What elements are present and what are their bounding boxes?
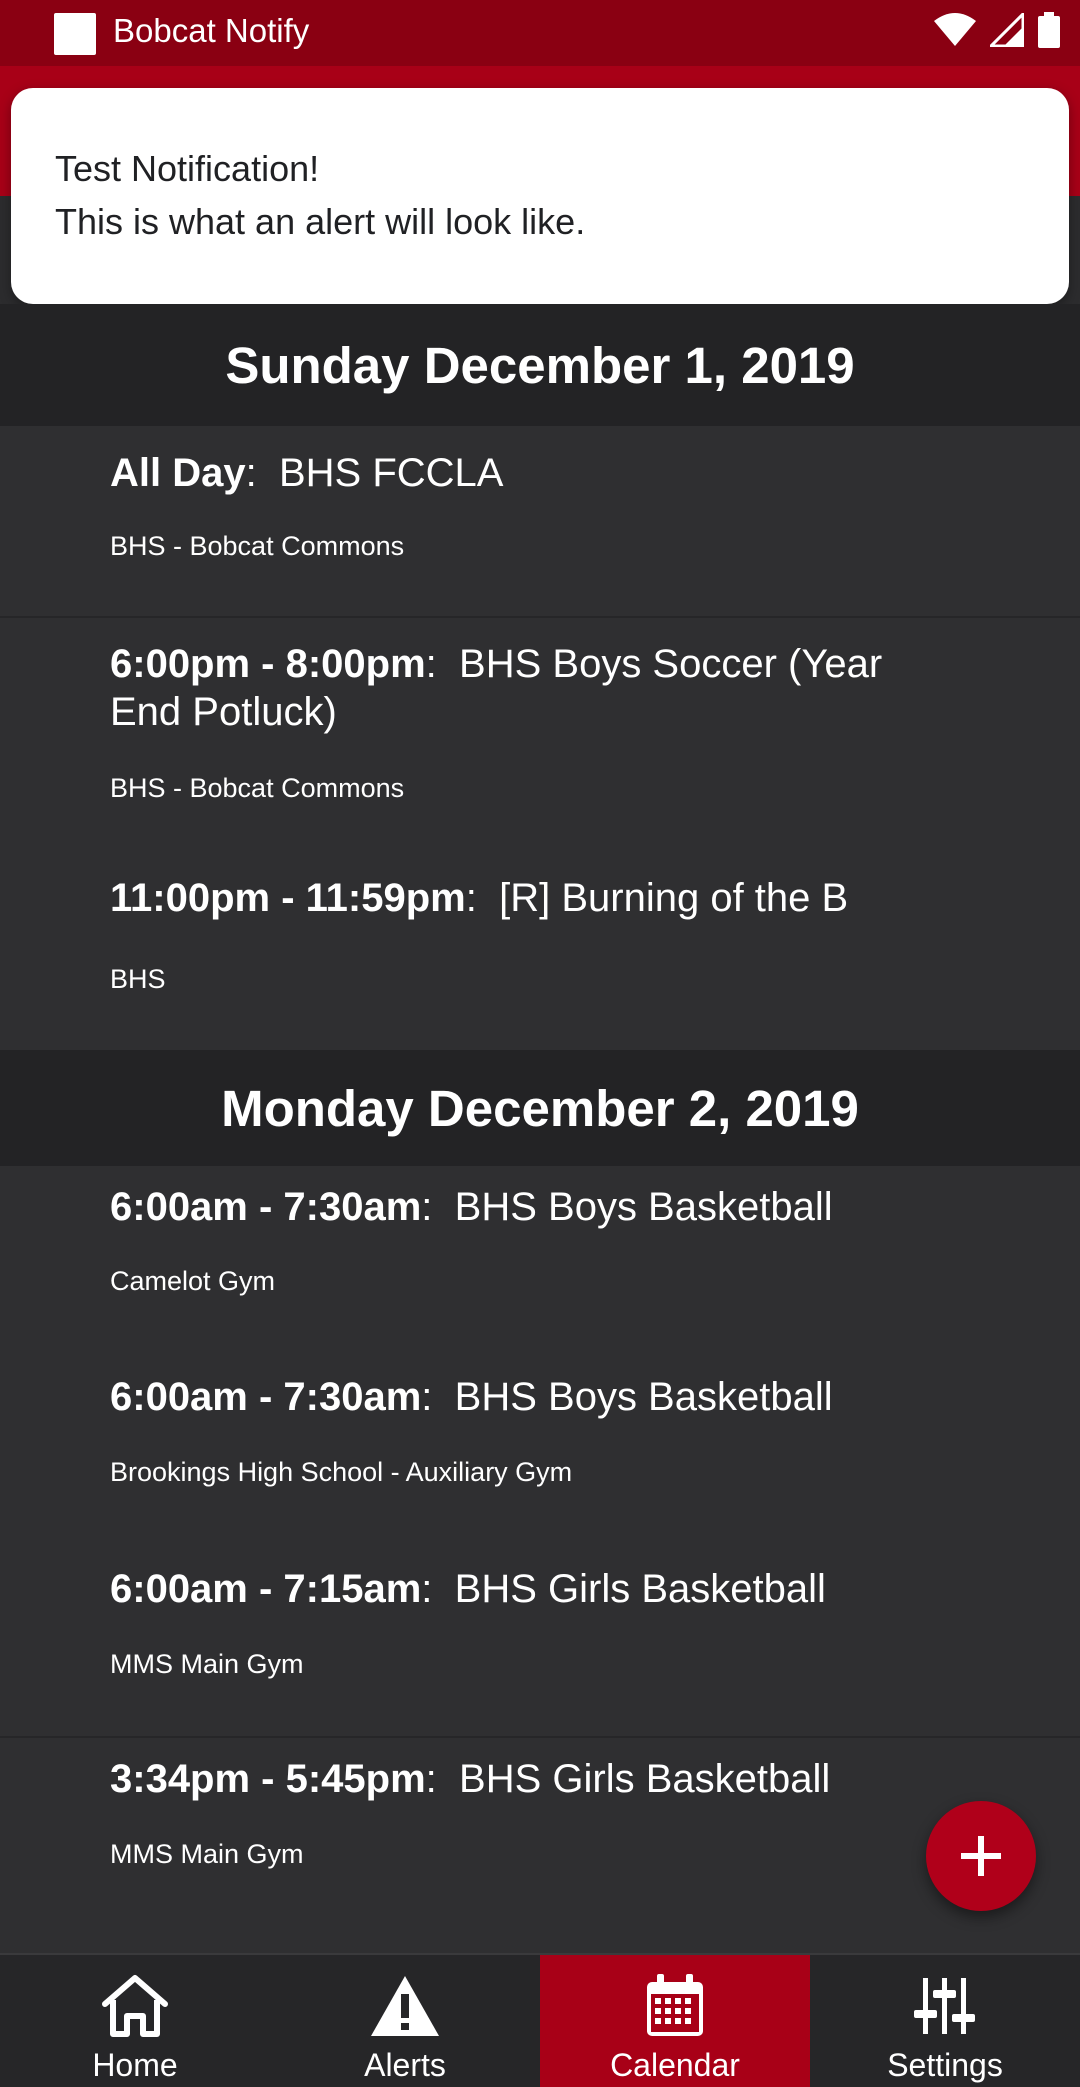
event-location: MMS Main Gym [110, 1649, 304, 1679]
event-time: 6:00pm - 8:00pm [110, 642, 426, 686]
event-item[interactable]: 6:00am - 7:30am: BHS Boys Basketball Bro… [0, 1356, 1080, 1548]
day-header: Monday December 2, 2019 [0, 1050, 1080, 1166]
nav-alerts[interactable]: Alerts [270, 1955, 540, 2087]
event-heading: 11:00pm - 11:59pm: [R] Burning of the B [110, 874, 940, 922]
event-title: BHS Girls Basketball [454, 1567, 826, 1611]
event-separator: : [421, 1567, 433, 1611]
home-icon [99, 1971, 171, 2041]
sliders-icon [912, 1971, 978, 2041]
event-location: Camelot Gym [110, 1266, 276, 1296]
notification-title: Test Notification! [55, 148, 320, 189]
battery-icon [1038, 12, 1060, 48]
nav-settings-label: Settings [887, 2047, 1003, 2083]
status-icons [934, 12, 1060, 48]
event-separator: : [245, 451, 257, 495]
status-bar: Bobcat Notify [0, 0, 1080, 66]
cellular-signal-icon [990, 13, 1024, 47]
event-item[interactable]: 6:00am - 7:30am: BHS Boys Basketball Cam… [0, 1166, 1080, 1356]
nav-home-label: Home [92, 2047, 178, 2083]
event-separator: : [465, 876, 477, 920]
event-title: BHS Boys Basketball [454, 1375, 833, 1419]
event-title: [R] Burning of the B [499, 876, 849, 920]
alert-triangle-icon [369, 1971, 441, 2041]
nav-home[interactable]: Home [0, 1955, 270, 2087]
event-item[interactable]: 11:00pm - 11:59pm: [R] Burning of the B … [0, 808, 1080, 1050]
event-separator: : [425, 642, 437, 686]
plus-icon [961, 1836, 1001, 1876]
app-notification-icon [54, 13, 96, 55]
day-header: Sunday December 1, 2019 [0, 304, 1080, 426]
event-time: 11:00pm - 11:59pm [110, 876, 466, 920]
wifi-icon [934, 13, 976, 46]
event-title: BHS Girls Basketball [459, 1757, 831, 1801]
calendar-icon [645, 1971, 705, 2041]
event-heading: 6:00pm - 8:00pm: BHS Boys Soccer (Year E… [110, 640, 940, 736]
event-location: BHS [110, 964, 166, 994]
event-item[interactable]: 3:34pm - 5:45pm: BHS Girls Basketball MM… [0, 1736, 1080, 1953]
event-item[interactable]: 6:00am - 7:15am: BHS Girls Basketball MM… [0, 1548, 1080, 1740]
status-bar-app-name: Bobcat Notify [113, 12, 310, 49]
event-heading: 6:00am - 7:30am: BHS Boys Basketball [110, 1373, 940, 1421]
event-location: BHS - Bobcat Commons [110, 531, 405, 561]
event-location: Brookings High School - Auxiliary Gym [110, 1457, 573, 1487]
nav-alerts-label: Alerts [364, 2047, 446, 2083]
event-item[interactable]: 6:00pm - 8:00pm: BHS Boys Soccer (Year E… [0, 616, 1080, 808]
event-item[interactable]: All Day: BHS FCCLA BHS - Bobcat Commons [0, 426, 1080, 616]
nav-calendar-label: Calendar [610, 2047, 740, 2083]
event-time: All Day [110, 451, 246, 495]
add-event-button[interactable] [926, 1801, 1036, 1911]
nav-calendar[interactable]: Calendar [540, 1955, 810, 2087]
event-location: MMS Main Gym [110, 1839, 304, 1869]
event-title: BHS Boys Basketball [454, 1185, 833, 1229]
event-time: 6:00am - 7:30am [110, 1185, 422, 1229]
notification-body: This is what an alert will look like. [55, 201, 586, 242]
event-heading: 6:00am - 7:30am: BHS Boys Basketball [110, 1183, 940, 1231]
event-location: BHS - Bobcat Commons [110, 773, 405, 803]
calendar-list[interactable]: Sunday December 1, 2019 All Day: BHS FCC… [0, 304, 1080, 1953]
event-time: 6:00am - 7:15am [110, 1567, 422, 1611]
event-title: BHS FCCLA [278, 451, 504, 495]
event-time: 3:34pm - 5:45pm [110, 1757, 426, 1801]
event-time: 6:00am - 7:30am [110, 1375, 422, 1419]
nav-settings[interactable]: Settings [810, 1955, 1080, 2087]
event-separator: : [425, 1757, 437, 1801]
event-separator: : [421, 1185, 433, 1229]
event-heading: 3:34pm - 5:45pm: BHS Girls Basketball [110, 1755, 940, 1803]
event-heading: All Day: BHS FCCLA [110, 449, 940, 497]
event-separator: : [421, 1375, 433, 1419]
notification-card[interactable]: Test Notification! This is what an alert… [11, 88, 1069, 304]
event-heading: 6:00am - 7:15am: BHS Girls Basketball [110, 1565, 940, 1613]
bottom-navigation: Home Alerts Calendar Settings [0, 1953, 1080, 2087]
